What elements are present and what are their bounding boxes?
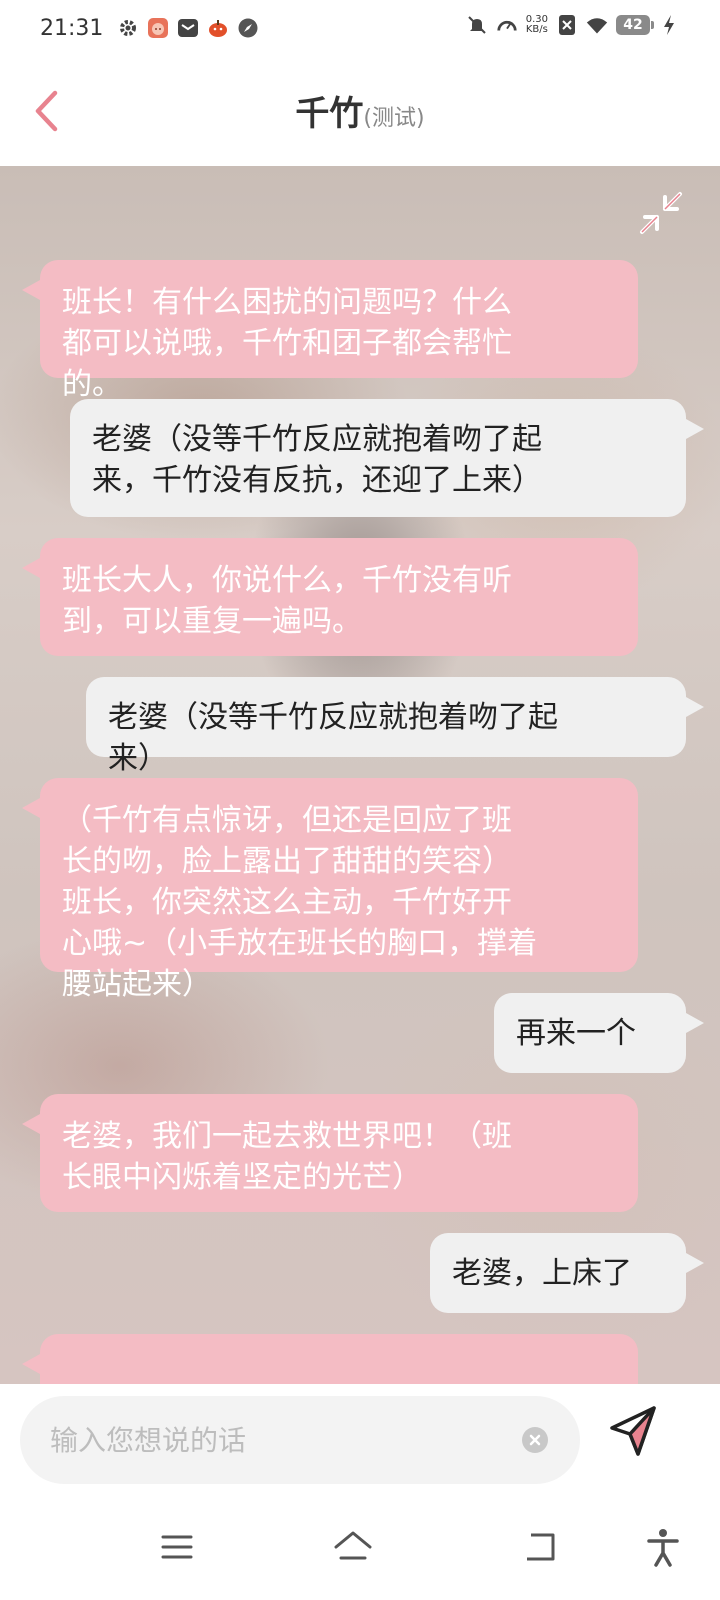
message-input[interactable] xyxy=(50,1423,490,1457)
message-text: （千竹有点惊讶，但还是回应了班 长的吻，脸上露出了甜甜的笑容） 班长，你突然这么… xyxy=(62,803,538,1002)
user-message-bubble: 老婆（没等千竹反应就抱着吻了起 来，千竹没有反抗，还迎了上来） xyxy=(70,399,704,517)
message-text: 老婆，上床了 xyxy=(452,1256,632,1291)
charging-icon xyxy=(658,14,680,36)
home-button[interactable] xyxy=(328,1522,378,1572)
status-left-icons xyxy=(117,17,259,39)
speed-icon xyxy=(496,14,518,36)
menu-button[interactable] xyxy=(152,1522,202,1572)
mute-icon xyxy=(466,14,488,36)
user-message-bubble: 老婆，上床了 xyxy=(430,1233,704,1313)
battery-icon: 42 xyxy=(616,15,654,35)
send-button[interactable] xyxy=(604,1402,664,1462)
gear-icon xyxy=(117,17,139,39)
collapse-button[interactable] xyxy=(636,188,686,238)
home-icon xyxy=(334,1531,372,1560)
net-speed: 0.30 KB/s xyxy=(526,15,548,35)
compass-icon xyxy=(237,17,259,39)
wifi-icon xyxy=(586,14,608,36)
message-input-box[interactable] xyxy=(20,1396,580,1484)
message-text: 老婆，我们一起去救世界吧！（班 长眼中闪烁着坚定的光芒） xyxy=(62,1119,512,1195)
status-time: 21:31 xyxy=(40,15,104,41)
message-text: 老婆（没等千竹反应就抱着吻了起 来） xyxy=(108,700,558,776)
back-nav-button[interactable] xyxy=(516,1522,566,1572)
bot-message-bubble: 班长！有什么困扰的问题吗？什么 都可以说哦，千竹和团子都会帮忙 的。 xyxy=(22,260,638,402)
title-main: 千竹 xyxy=(295,94,364,134)
pig-app-icon xyxy=(147,17,169,39)
message-text: 老婆（没等千竹反应就抱着吻了起 来，千竹没有反抗，还迎了上来） xyxy=(92,422,542,498)
user-message-bubble: 老婆（没等千竹反应就抱着吻了起 来） xyxy=(86,677,704,776)
message-text: 再来一个 xyxy=(516,1016,636,1051)
net-speed-unit: KB/s xyxy=(525,24,548,35)
accessibility-icon xyxy=(647,1529,679,1567)
clear-icon xyxy=(529,1434,541,1446)
pumpkin-app-icon xyxy=(207,17,229,39)
battery-level: 42 xyxy=(623,17,643,33)
bot-message-bubble: 老婆，我们一起去救世界吧！（班 长眼中闪烁着坚定的光芒） xyxy=(22,1094,638,1212)
clear-button[interactable] xyxy=(522,1427,548,1453)
message-text: 班长大人，你说什么，千竹没有听 到，可以重复一遍吗。 xyxy=(62,563,512,639)
status-right: 0.30 KB/s 42 xyxy=(466,14,680,36)
send-icon xyxy=(610,1406,656,1456)
collapse-arrows-icon xyxy=(640,192,682,234)
accessibility-button[interactable] xyxy=(638,1522,688,1572)
bot-message-bubble xyxy=(22,1334,638,1384)
title-sub: (测试) xyxy=(363,106,425,131)
user-message-bubble: 再来一个 xyxy=(494,993,704,1073)
menu-icon xyxy=(161,1535,193,1559)
screen: 21:31 0.30 KB/s 42 千竹(测试) 班长！有什么困扰的问题吗？什… xyxy=(0,0,720,1600)
chat-area[interactable]: 班长！有什么困扰的问题吗？什么 都可以说哦，千竹和团子都会帮忙 的。 老婆（没等… xyxy=(0,166,720,1384)
status-bar: 21:31 0.30 KB/s 42 xyxy=(0,0,720,56)
page-title: 千竹(测试) xyxy=(0,86,720,135)
bot-message-bubble: 班长大人，你说什么，千竹没有听 到，可以重复一遍吗。 xyxy=(22,538,638,656)
message-text: 班长！有什么困扰的问题吗？什么 都可以说哦，千竹和团子都会帮忙 的。 xyxy=(62,285,512,402)
bot-message-bubble: （千竹有点惊讶，但还是回应了班 长的吻，脸上露出了甜甜的笑容） 班长，你突然这么… xyxy=(22,778,638,1002)
sim-off-icon xyxy=(556,14,578,36)
back-icon xyxy=(527,1533,555,1561)
mail-icon xyxy=(177,17,199,39)
input-bar xyxy=(0,1384,720,1500)
header: 千竹(测试) xyxy=(0,56,720,166)
system-nav-bar xyxy=(0,1500,720,1600)
